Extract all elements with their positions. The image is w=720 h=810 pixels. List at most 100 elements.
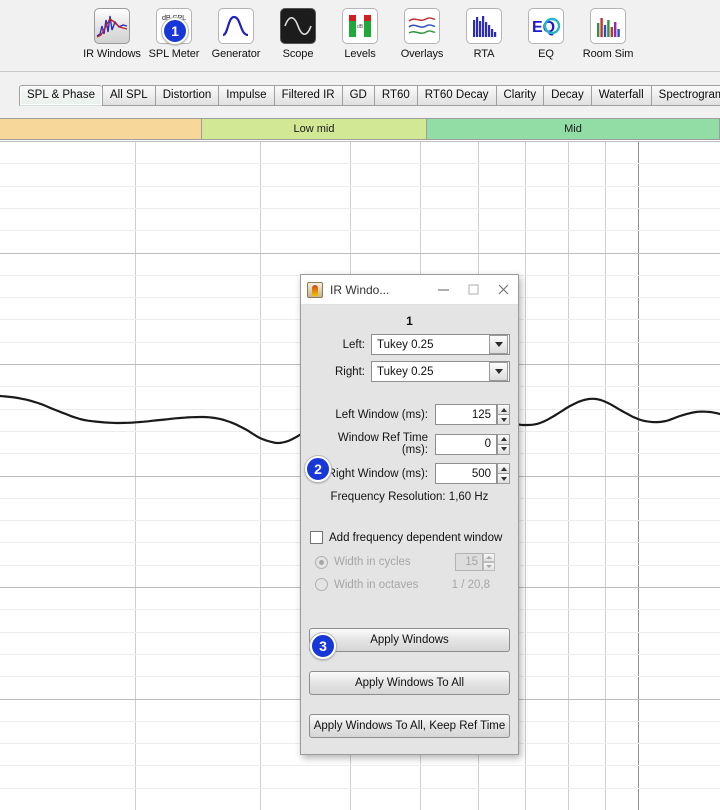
right-window-type-value: Tukey 0.25 xyxy=(377,365,434,378)
dialog-actions: Apply Windows Apply Windows To All Apply… xyxy=(309,628,510,738)
tab-filtered-ir[interactable]: Filtered IR xyxy=(273,85,342,106)
ir-windows-icon xyxy=(94,8,130,44)
toolbar-item-overlays[interactable]: Overlays xyxy=(391,8,453,60)
band-mid: Mid xyxy=(427,118,720,140)
tab-gd[interactable]: GD xyxy=(341,85,374,106)
dialog-body: 1 Left: Tukey 0.25 Right: Tukey 0.25 Lef… xyxy=(301,305,518,755)
tab-all-spl[interactable]: All SPL xyxy=(101,85,155,106)
generator-icon xyxy=(218,8,254,44)
tab-rt60-decay[interactable]: RT60 Decay xyxy=(416,85,496,106)
chevron-down-icon[interactable] xyxy=(489,335,508,354)
stepper-up-icon[interactable] xyxy=(497,433,510,444)
stepper-down-icon[interactable] xyxy=(497,473,510,484)
stepper-down-icon[interactable] xyxy=(497,414,510,425)
toolbar-item-room-sim[interactable]: Room Sim xyxy=(577,8,639,60)
left-window-type-row: Left: Tukey 0.25 xyxy=(309,334,510,355)
band-low xyxy=(0,118,202,140)
minimize-icon[interactable] xyxy=(428,275,458,304)
width-in-cycles-label: Width in cycles xyxy=(334,556,411,568)
tab-impulse[interactable]: Impulse xyxy=(218,85,274,106)
left-window-ms-input[interactable]: 125 xyxy=(435,404,497,425)
toolbar-item-label: RTA xyxy=(473,48,495,60)
toolbar-item-label: Levels xyxy=(344,48,376,60)
band-low-mid: Low mid xyxy=(202,118,427,140)
step-badge-3: 3 xyxy=(310,633,336,659)
close-icon[interactable] xyxy=(488,275,518,304)
tab-spl-and-phase[interactable]: SPL & Phase xyxy=(19,85,102,106)
add-frequency-dependent-window-label: Add frequency dependent window xyxy=(329,531,503,544)
apply-windows-to-all-keep-ref-time-button[interactable]: Apply Windows To All, Keep Ref Time xyxy=(309,714,510,738)
window-ref-time-ms-input[interactable]: 0 xyxy=(435,433,497,455)
tab-rt60[interactable]: RT60 xyxy=(373,85,417,106)
eq-icon: EQ xyxy=(528,8,564,44)
toolbar-item-ir-windows[interactable]: IR Windows xyxy=(81,8,143,60)
tab-list: SPL & Phase All SPL Distortion Impulse F… xyxy=(19,85,720,106)
left-window-ms-row: Left Window (ms): 125 xyxy=(309,404,510,425)
tab-spectrogram[interactable]: Spectrogram xyxy=(650,85,720,106)
right-window-ms-row: Right Window (ms): 500 xyxy=(309,463,510,484)
dialog-title-bar[interactable]: IR Windo... xyxy=(301,275,518,305)
right-window-type-select[interactable]: Tukey 0.25 xyxy=(371,361,510,382)
toolbar-item-label: SPL Meter xyxy=(148,48,200,60)
toolbar-item-label: Room Sim xyxy=(582,48,634,60)
add-frequency-dependent-window-checkbox[interactable] xyxy=(310,531,323,544)
room-sim-icon xyxy=(590,8,626,44)
window-ref-time-ms-label: Window Ref Time (ms): xyxy=(337,432,428,456)
toolbar-item-label: Overlays xyxy=(400,48,444,60)
stepper-down-icon[interactable] xyxy=(497,443,510,455)
toolbar-item-label: Scope xyxy=(282,48,314,60)
frequency-resolution-label: Frequency Resolution: 1,60 Hz xyxy=(330,491,489,503)
rta-icon xyxy=(466,8,502,44)
stepper-up-icon[interactable] xyxy=(497,404,510,414)
toolbar-item-label: Generator xyxy=(211,48,261,60)
tab-clarity[interactable]: Clarity xyxy=(495,85,544,106)
toolbar-item-levels[interactable]: dB Levels xyxy=(329,8,391,60)
window-ref-time-ms-stepper[interactable] xyxy=(497,433,510,455)
apply-windows-button[interactable]: Apply Windows xyxy=(309,628,510,652)
toolbar-item-scope[interactable]: Scope xyxy=(267,8,329,60)
width-in-cycles-radio xyxy=(315,555,328,569)
maximize-icon[interactable] xyxy=(458,275,488,304)
left-window-ms-stepper[interactable] xyxy=(497,404,510,425)
width-in-octaves-value: 1 / 20,8 xyxy=(451,578,490,591)
right-window-ms-stepper[interactable] xyxy=(497,463,510,484)
toolbar-item-eq[interactable]: EQ EQ xyxy=(515,8,577,60)
scope-icon xyxy=(280,8,316,44)
chevron-down-icon[interactable] xyxy=(489,362,508,381)
right-window-type-label: Right: xyxy=(334,365,365,378)
window-ref-time-ms-row: Window Ref Time (ms): 0 xyxy=(309,432,510,456)
left-window-type-label: Left: xyxy=(342,338,365,351)
window-index-label: 1 xyxy=(406,314,413,328)
width-in-cycles-input: 15 xyxy=(455,553,483,571)
tab-decay[interactable]: Decay xyxy=(543,85,591,106)
toolbar-item-rta[interactable]: RTA xyxy=(453,8,515,60)
step-badge-1: 1 xyxy=(162,18,188,44)
app-icon xyxy=(307,281,323,298)
left-window-type-select[interactable]: Tukey 0.25 xyxy=(371,334,510,355)
overlays-icon xyxy=(404,8,440,44)
add-frequency-dependent-window-row[interactable]: Add frequency dependent window xyxy=(310,531,518,544)
apply-windows-to-all-button[interactable]: Apply Windows To All xyxy=(309,671,510,695)
width-in-octaves-radio xyxy=(315,578,328,591)
toolbar-item-generator[interactable]: Generator xyxy=(205,8,267,60)
tab-distortion[interactable]: Distortion xyxy=(154,85,219,106)
toolbar-item-label: EQ xyxy=(538,48,554,60)
width-in-cycles-stepper: 15 xyxy=(455,553,495,571)
stepper-up-icon xyxy=(483,553,495,562)
svg-text:dB: dB xyxy=(357,24,364,30)
main-toolbar: IR Windows dB SPL 83 SPL Meter Generator xyxy=(0,0,720,72)
levels-icon: dB xyxy=(342,8,378,44)
width-in-octaves-label: Width in octaves xyxy=(334,578,419,591)
right-window-ms-input[interactable]: 500 xyxy=(435,463,497,484)
width-in-cycles-stepper-buttons xyxy=(483,553,495,571)
ir-windows-dialog[interactable]: IR Windo... 1 Left: Tukey 0.25 Right: Tu… xyxy=(300,274,519,755)
tab-waterfall[interactable]: Waterfall xyxy=(590,85,651,106)
width-in-cycles-row: Width in cycles 15 xyxy=(315,553,518,571)
tab-bar: SPL & Phase All SPL Distortion Impulse F… xyxy=(0,72,720,118)
stepper-up-icon[interactable] xyxy=(497,463,510,473)
left-window-type-value: Tukey 0.25 xyxy=(377,338,434,351)
left-window-ms-label: Left Window (ms): xyxy=(335,408,428,421)
stepper-down-icon xyxy=(483,562,495,571)
